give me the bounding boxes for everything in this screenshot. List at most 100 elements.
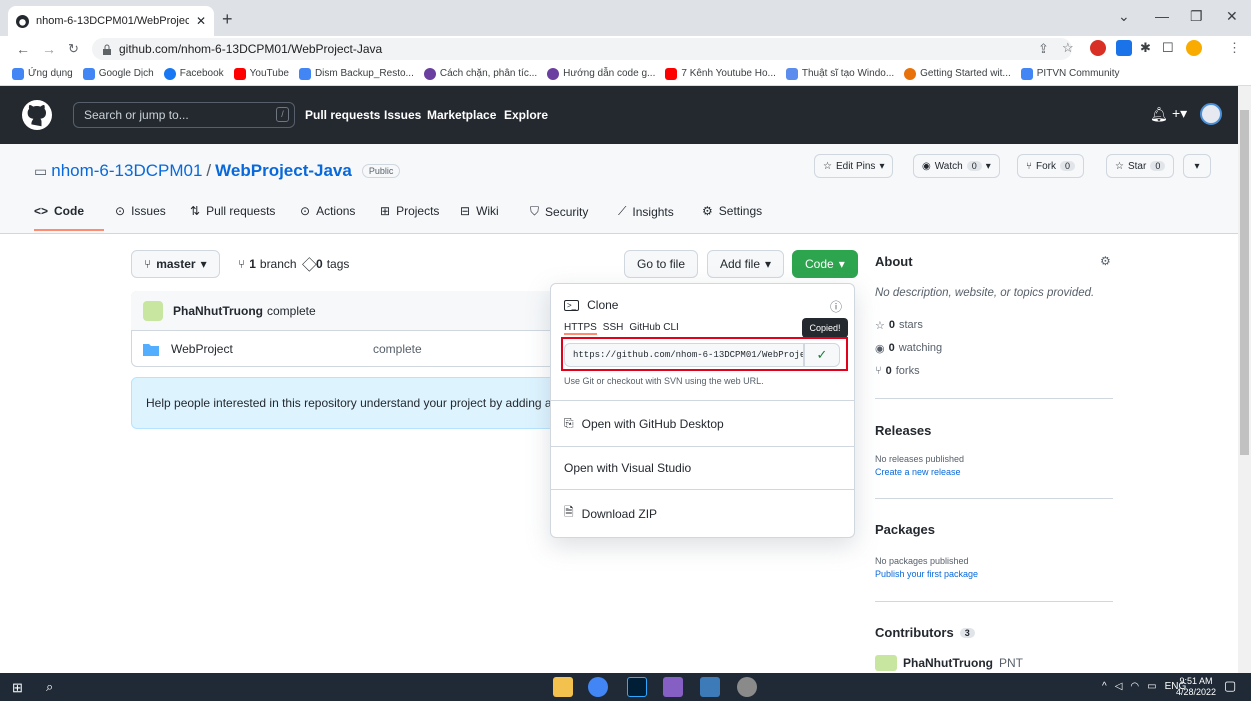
minimize-button[interactable]: — bbox=[1155, 8, 1169, 24]
search-icon[interactable]: ⌕ bbox=[46, 679, 53, 695]
watch-button[interactable]: ◉ Watch 0 ▾ bbox=[913, 154, 1000, 178]
bookmark-item[interactable]: Cách chặn, phân tíc... bbox=[423, 67, 537, 80]
file-name[interactable]: WebProject bbox=[171, 342, 321, 356]
speaker-icon[interactable]: ◁ bbox=[1115, 681, 1123, 692]
open-desktop-item[interactable]: ⎘ Open with GitHub Desktop bbox=[550, 400, 855, 446]
nav-pull-requests[interactable]: Pull requests bbox=[305, 108, 380, 122]
tab-actions[interactable]: ⊙ Actions bbox=[300, 204, 355, 218]
edit-pins-button[interactable]: ☆ Edit Pins ▾ bbox=[814, 154, 894, 178]
user-avatar[interactable] bbox=[1200, 103, 1222, 125]
wifi-icon[interactable]: ◠ bbox=[1130, 681, 1139, 692]
open-visual-studio-item[interactable]: Open with Visual Studio bbox=[550, 446, 855, 489]
download-zip-item[interactable]: 🗎︎ Download ZIP bbox=[550, 489, 855, 537]
tab-issues[interactable]: ⊙ Issues bbox=[115, 204, 166, 218]
bookmark-item[interactable]: 7 Kênh Youtube Ho... bbox=[665, 67, 776, 80]
tab-settings[interactable]: ⚙ Settings bbox=[702, 204, 762, 218]
tab-code[interactable]: <> Code bbox=[34, 204, 84, 218]
create-release-link[interactable]: Create a new release bbox=[875, 467, 961, 477]
omnibox[interactable]: github.com/nhom-6-13DCPM01/WebProject-Ja… bbox=[92, 38, 1072, 60]
file-commit-message[interactable]: complete bbox=[373, 342, 422, 356]
python-icon[interactable] bbox=[700, 677, 720, 697]
branch-count-link[interactable]: ⑂ 1 branch bbox=[238, 257, 297, 271]
repo-name-link[interactable]: WebProject-Java bbox=[215, 161, 352, 181]
dropdown-icon[interactable]: ⌄ bbox=[1118, 8, 1130, 25]
tab-pull-requests[interactable]: ⇅ Pull requests bbox=[190, 204, 275, 218]
publish-package-link[interactable]: Publish your first package bbox=[875, 569, 978, 579]
extension-icon[interactable] bbox=[1090, 40, 1106, 56]
battery-icon[interactable]: ▭ bbox=[1147, 681, 1156, 692]
nav-marketplace[interactable]: Marketplace bbox=[427, 108, 496, 122]
help-icon[interactable]: ⓘ bbox=[830, 298, 842, 315]
forward-icon[interactable]: → bbox=[42, 41, 56, 57]
author-avatar[interactable] bbox=[143, 300, 163, 321]
maximize-button[interactable]: ❐ bbox=[1190, 8, 1203, 25]
clock[interactable]: 9:51 AM 4/28/2022 bbox=[1176, 676, 1216, 698]
watching-link[interactable]: ◉ 0 watching bbox=[875, 342, 942, 355]
nav-explore[interactable]: Explore bbox=[504, 108, 548, 122]
clone-header: >_ Clone bbox=[564, 298, 618, 312]
github-logo-icon[interactable] bbox=[22, 100, 52, 130]
sidepanel-icon[interactable]: ☐ bbox=[1162, 40, 1174, 56]
contributors-title[interactable]: Contributors 3 bbox=[875, 625, 975, 640]
bookmark-item[interactable]: Facebook bbox=[163, 67, 224, 80]
chevron-up-icon[interactable]: ^ bbox=[1102, 681, 1107, 692]
tab-projects[interactable]: ⊞ Projects bbox=[380, 204, 439, 218]
contributor-item[interactable]: PhaNhutTruong PNT bbox=[875, 655, 1023, 671]
fork-button[interactable]: ⑂ Fork 0 bbox=[1017, 154, 1085, 178]
bookmark-star-icon[interactable]: ☆ bbox=[1062, 40, 1074, 56]
packages-title[interactable]: Packages bbox=[875, 522, 935, 537]
plus-dropdown-icon[interactable]: +▾ bbox=[1172, 105, 1187, 122]
branch-select-button[interactable]: ⑂ master ▾ bbox=[131, 250, 220, 278]
close-tab-icon[interactable]: ✕ bbox=[196, 14, 206, 28]
tab-ssh[interactable]: SSH bbox=[603, 322, 624, 335]
forks-link[interactable]: ⑂ 0 forks bbox=[875, 365, 920, 377]
scrollbar-thumb[interactable] bbox=[1240, 110, 1249, 455]
close-window-button[interactable]: ✕ bbox=[1226, 8, 1238, 25]
browser-tab[interactable]: nhom-6-13DCPM01/WebProject ✕ bbox=[8, 6, 214, 36]
reload-icon[interactable]: ↻ bbox=[68, 41, 79, 57]
bookmark-item[interactable]: Thuật sĩ tạo Windo... bbox=[785, 67, 894, 80]
extension-icon[interactable] bbox=[1116, 40, 1132, 56]
bookmark-item[interactable]: YouTube bbox=[233, 67, 289, 80]
add-file-button[interactable]: Add file ▾ bbox=[707, 250, 785, 278]
menu-kebab-icon[interactable]: ⋮ bbox=[1228, 40, 1241, 56]
chrome-icon[interactable] bbox=[588, 677, 608, 697]
go-to-file-button[interactable]: Go to file bbox=[624, 250, 699, 278]
windows-start-icon[interactable]: ⊞ bbox=[12, 680, 23, 696]
star-dropdown-button[interactable]: ▾ bbox=[1183, 154, 1211, 178]
commit-message[interactable]: complete bbox=[267, 304, 316, 318]
nav-issues[interactable]: Issues bbox=[384, 108, 421, 122]
tab-security[interactable]: ⛉ Security bbox=[530, 204, 588, 219]
star-button[interactable]: ☆ Star 0 bbox=[1106, 154, 1175, 178]
tab-https[interactable]: HTTPS bbox=[564, 322, 597, 335]
photoshop-icon[interactable] bbox=[627, 677, 647, 697]
bookmark-item[interactable]: Ứng dụng bbox=[12, 67, 73, 80]
bookmark-item[interactable]: Dism Backup_Resto... bbox=[298, 67, 414, 80]
table-icon: ⊞ bbox=[380, 204, 391, 218]
bookmark-item[interactable]: Hướng dẫn code g... bbox=[547, 67, 655, 80]
bookmark-item[interactable]: Google Dịch bbox=[82, 67, 154, 80]
notification-icon[interactable]: ▢ bbox=[1224, 678, 1236, 694]
gear-icon[interactable]: ⚙ bbox=[1100, 254, 1111, 268]
code-button[interactable]: Code ▾ bbox=[792, 250, 858, 278]
bell-icon[interactable]: 🔔︎ bbox=[1150, 106, 1168, 123]
releases-title[interactable]: Releases bbox=[875, 423, 931, 438]
bookmark-item[interactable]: Getting Started wit... bbox=[904, 67, 1011, 80]
commit-author[interactable]: PhaNhutTruong bbox=[173, 304, 263, 318]
profile-avatar[interactable] bbox=[1186, 40, 1202, 56]
tab-wiki[interactable]: ⊟ Wiki bbox=[460, 204, 499, 218]
tab-github-cli[interactable]: GitHub CLI bbox=[629, 322, 678, 335]
share-icon[interactable]: ⇪ bbox=[1038, 41, 1049, 57]
back-icon[interactable]: ← bbox=[16, 41, 30, 57]
stars-link[interactable]: ☆ 0 stars bbox=[875, 319, 923, 332]
tag-count-link[interactable]: ⃟0tags bbox=[312, 257, 349, 272]
settings-app-icon[interactable] bbox=[737, 677, 757, 697]
file-explorer-icon[interactable] bbox=[553, 677, 573, 697]
new-tab-button[interactable]: + bbox=[222, 9, 233, 30]
tab-insights[interactable]: ⟋ Insights bbox=[618, 204, 674, 219]
search-input[interactable]: Search or jump to... bbox=[73, 102, 295, 128]
visual-studio-icon[interactable] bbox=[663, 677, 683, 697]
repo-owner-link[interactable]: nhom-6-13DCPM01 bbox=[51, 161, 202, 181]
extensions-puzzle-icon[interactable]: ✱ bbox=[1140, 40, 1151, 56]
bookmark-item[interactable]: PITVN Community bbox=[1020, 67, 1120, 80]
